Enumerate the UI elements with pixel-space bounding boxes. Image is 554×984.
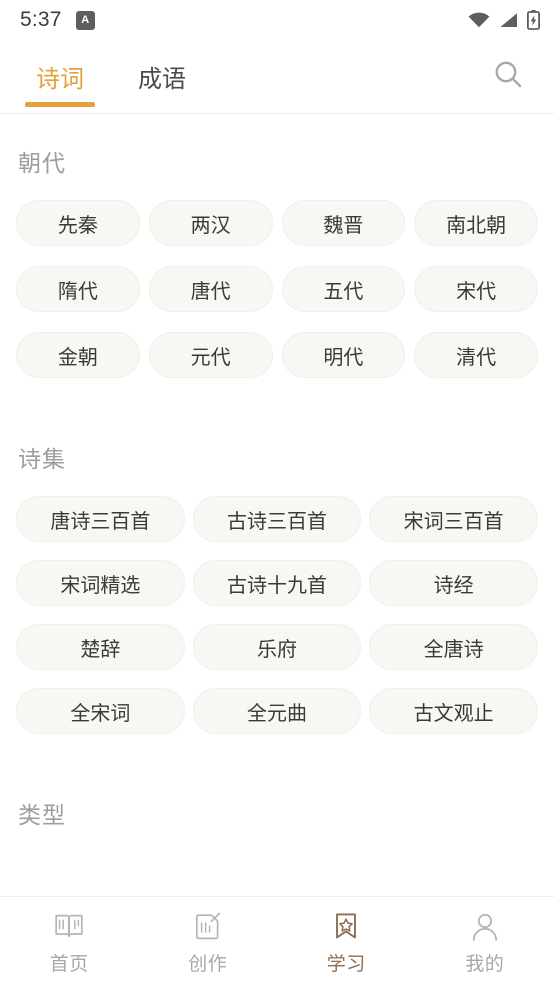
dynasty-pill[interactable]: 五代: [281, 266, 406, 312]
search-icon: [492, 58, 524, 95]
nav-label-study: 学习: [326, 953, 366, 975]
dynasty-pill[interactable]: 唐代: [148, 266, 273, 312]
section-title-collection: 诗集: [18, 446, 66, 472]
section-type: 类型: [0, 770, 554, 852]
dynasty-pill[interactable]: 两汉: [148, 200, 273, 246]
dynasty-pill[interactable]: 先秦: [16, 200, 140, 246]
bottom-navigation-bar: 首页 创作 学习 我的: [0, 896, 554, 984]
dynasty-pill[interactable]: 宋代: [414, 266, 538, 312]
section-title-type: 类型: [18, 802, 66, 828]
collection-pill[interactable]: 诗经: [369, 560, 538, 606]
collection-pill[interactable]: 宋词精选: [16, 560, 185, 606]
collection-pill[interactable]: 宋词三百首: [369, 496, 538, 542]
nav-item-home[interactable]: 首页: [0, 897, 139, 984]
wifi-icon: [468, 12, 490, 28]
dynasty-pill[interactable]: 隋代: [16, 266, 140, 312]
section-title-dynasty: 朝代: [18, 150, 66, 176]
section-collection: 诗集 唐诗三百首 古诗三百首 宋词三百首 宋词精选 古诗十九首 诗经 楚辞 乐府…: [0, 414, 554, 734]
section-divider-space-2: [0, 734, 554, 770]
tab-poetry-label: 诗词: [36, 66, 84, 93]
tab-idiom[interactable]: 成语: [134, 40, 190, 113]
collection-pill[interactable]: 唐诗三百首: [16, 496, 185, 542]
tab-idiom-label: 成语: [138, 66, 186, 93]
search-button[interactable]: [486, 55, 530, 99]
status-bar-right: [468, 10, 540, 30]
nav-item-study[interactable]: 学习: [277, 897, 416, 984]
dynasty-pill[interactable]: 清代: [414, 332, 538, 378]
status-time: 5:37: [20, 8, 62, 31]
dynasty-pill-grid: 先秦 两汉 魏晋 南北朝 隋代 唐代 五代 宋代 金朝 元代 明代 清代: [16, 200, 538, 378]
bookmark-star-icon: [330, 910, 362, 942]
nav-label-home: 首页: [49, 953, 89, 975]
nav-item-profile[interactable]: 我的: [416, 897, 554, 984]
collection-pill[interactable]: 楚辞: [16, 624, 185, 670]
app-root: 5:37 A 诗词 成语 朝代 先秦 两汉 魏晋 南北朝 隋代 唐代 五代 宋代…: [0, 0, 554, 984]
nav-label-profile: 我的: [465, 953, 505, 975]
collection-pill[interactable]: 乐府: [192, 624, 362, 670]
collection-pill[interactable]: 全宋词: [16, 688, 185, 734]
collection-pill-grid: 唐诗三百首 古诗三百首 宋词三百首 宋词精选 古诗十九首 诗经 楚辞 乐府 全唐…: [16, 496, 538, 734]
section-divider-space: [0, 378, 554, 414]
collection-pill[interactable]: 古诗十九首: [192, 560, 362, 606]
cellular-signal-icon: [499, 12, 518, 28]
top-tab-bar: 诗词 成语: [0, 40, 554, 114]
collection-pill[interactable]: 古文观止: [369, 688, 538, 734]
battery-charging-icon: [527, 10, 540, 30]
collection-pill[interactable]: 全唐诗: [369, 624, 538, 670]
status-bar: 5:37 A: [0, 0, 554, 40]
collection-pill[interactable]: 全元曲: [192, 688, 362, 734]
dynasty-pill[interactable]: 南北朝: [414, 200, 538, 246]
section-dynasty: 朝代 先秦 两汉 魏晋 南北朝 隋代 唐代 五代 宋代 金朝 元代 明代 清代: [0, 114, 554, 378]
person-icon: [469, 910, 501, 942]
nav-label-create: 创作: [188, 953, 228, 975]
dynasty-pill[interactable]: 明代: [281, 332, 406, 378]
nav-item-create[interactable]: 创作: [139, 897, 278, 984]
collection-pill[interactable]: 古诗三百首: [192, 496, 362, 542]
category-scroll-area[interactable]: 朝代 先秦 两汉 魏晋 南北朝 隋代 唐代 五代 宋代 金朝 元代 明代 清代 …: [0, 114, 554, 896]
dynasty-pill[interactable]: 金朝: [16, 332, 140, 378]
tab-poetry[interactable]: 诗词: [32, 40, 88, 113]
status-bar-left: 5:37 A: [20, 8, 95, 32]
notification-badge-icon: A: [75, 10, 95, 30]
dynasty-pill[interactable]: 魏晋: [281, 200, 406, 246]
open-book-icon: [53, 910, 85, 942]
document-pen-icon: [192, 910, 224, 942]
dynasty-pill[interactable]: 元代: [148, 332, 273, 378]
